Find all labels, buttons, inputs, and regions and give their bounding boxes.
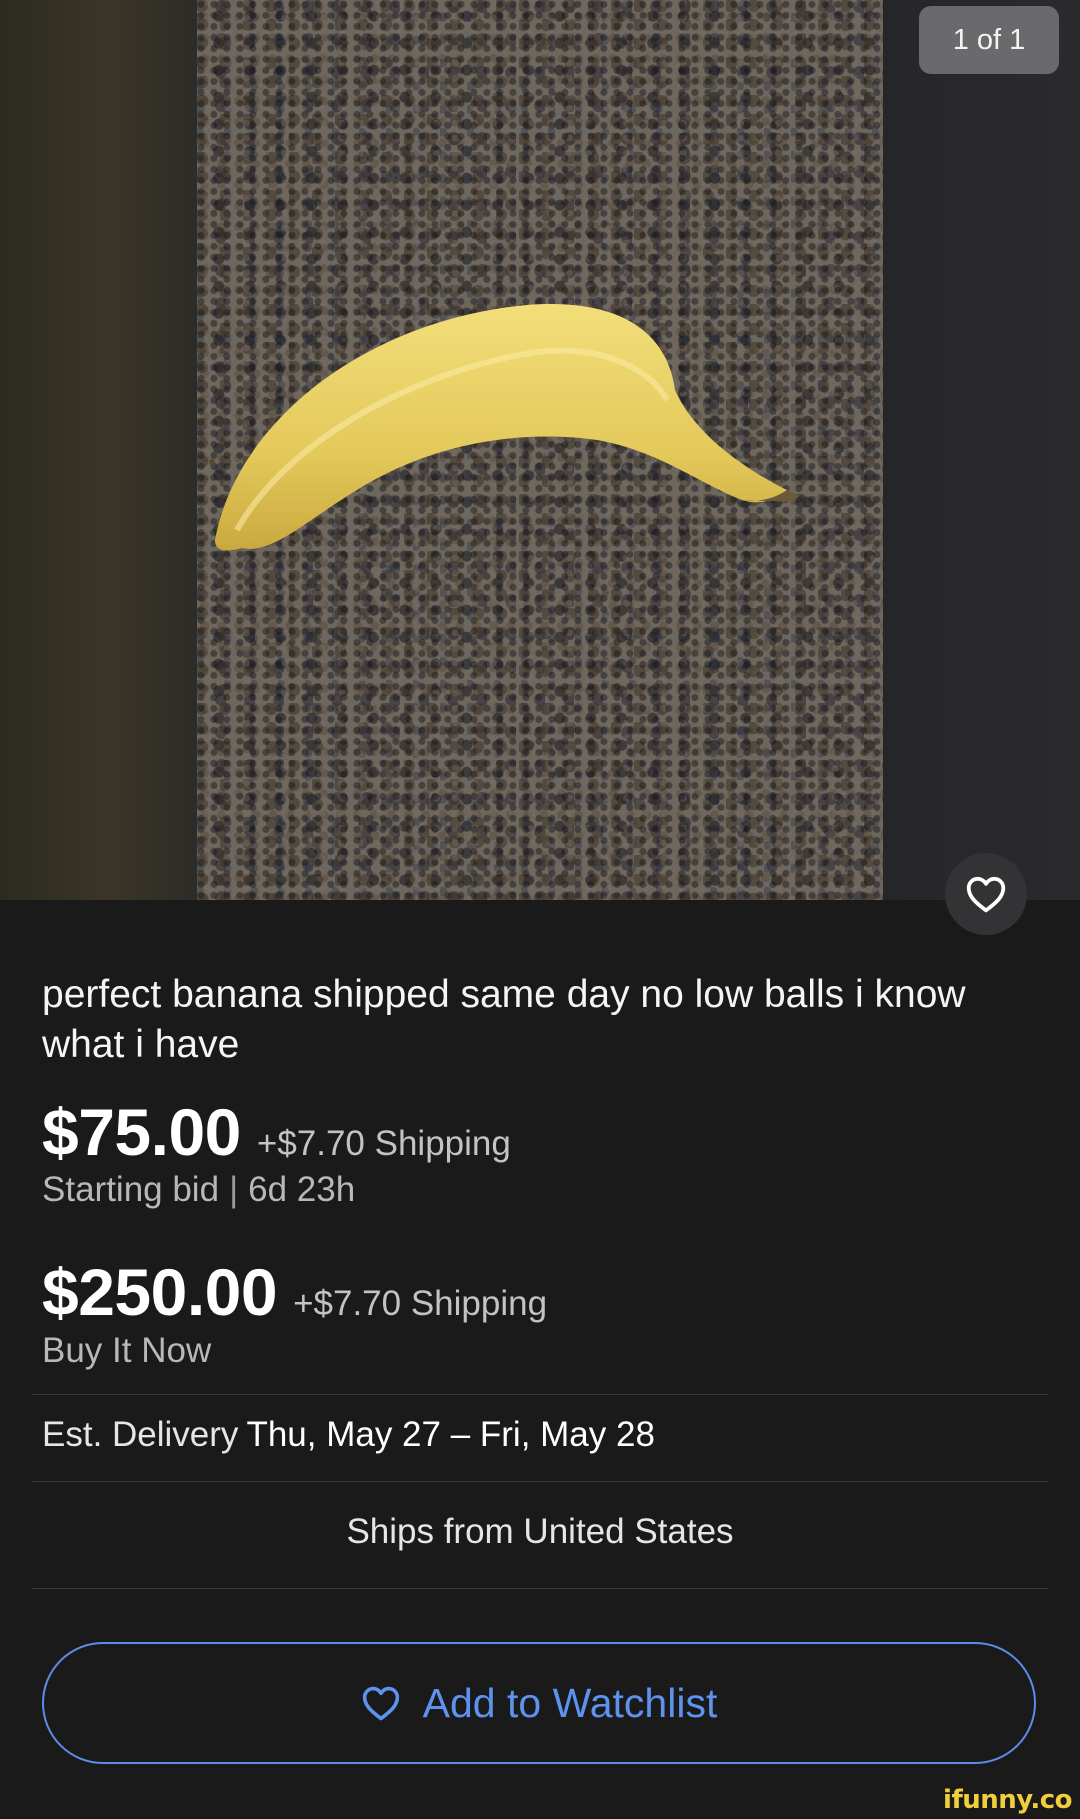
bid-price-row: $75.00 +$7.70 Shipping [42,1094,511,1170]
bid-label: Starting bid [42,1170,220,1209]
heart-icon [966,876,1006,913]
buy-now-price: $250.00 [42,1255,278,1329]
heart-icon [362,1686,399,1721]
delivery-dates: Thu, May 27 – Fri, May 28 [246,1415,655,1454]
delivery-label: Est. Delivery [42,1415,239,1454]
bid-price: $75.00 [42,1095,241,1169]
bid-shipping: +$7.70 Shipping [256,1124,511,1163]
ships-from: Ships from United States [346,1512,734,1551]
buy-now-shipping: +$7.70 Shipping [293,1284,548,1323]
time-left: 6d 23h [248,1170,356,1209]
banana-image [209,304,799,551]
favorite-button[interactable] [945,853,1027,935]
bid-info: Starting bid | 6d 23h [42,1170,355,1210]
divider [32,1588,1048,1589]
watchlist-label: Add to Watchlist [422,1679,718,1726]
buy-now-label: Buy It Now [42,1331,212,1370]
listing-title: perfect banana shipped same day no low b… [42,973,966,1066]
divider [32,1394,1048,1395]
image-gallery[interactable]: 1 of 1 [0,0,1080,900]
estimated-delivery: Est. Delivery Thu, May 27 – Fri, May 28 [42,1415,655,1455]
buy-now-price-row: $250.00 +$7.70 Shipping [42,1254,547,1330]
bid-separator: | [229,1170,239,1209]
divider [32,1481,1048,1482]
image-counter: 1 of 1 [919,6,1059,74]
add-to-watchlist-button[interactable]: Add to Watchlist [42,1642,1036,1764]
ifunny-watermark: ifunny.co [943,1785,1072,1815]
